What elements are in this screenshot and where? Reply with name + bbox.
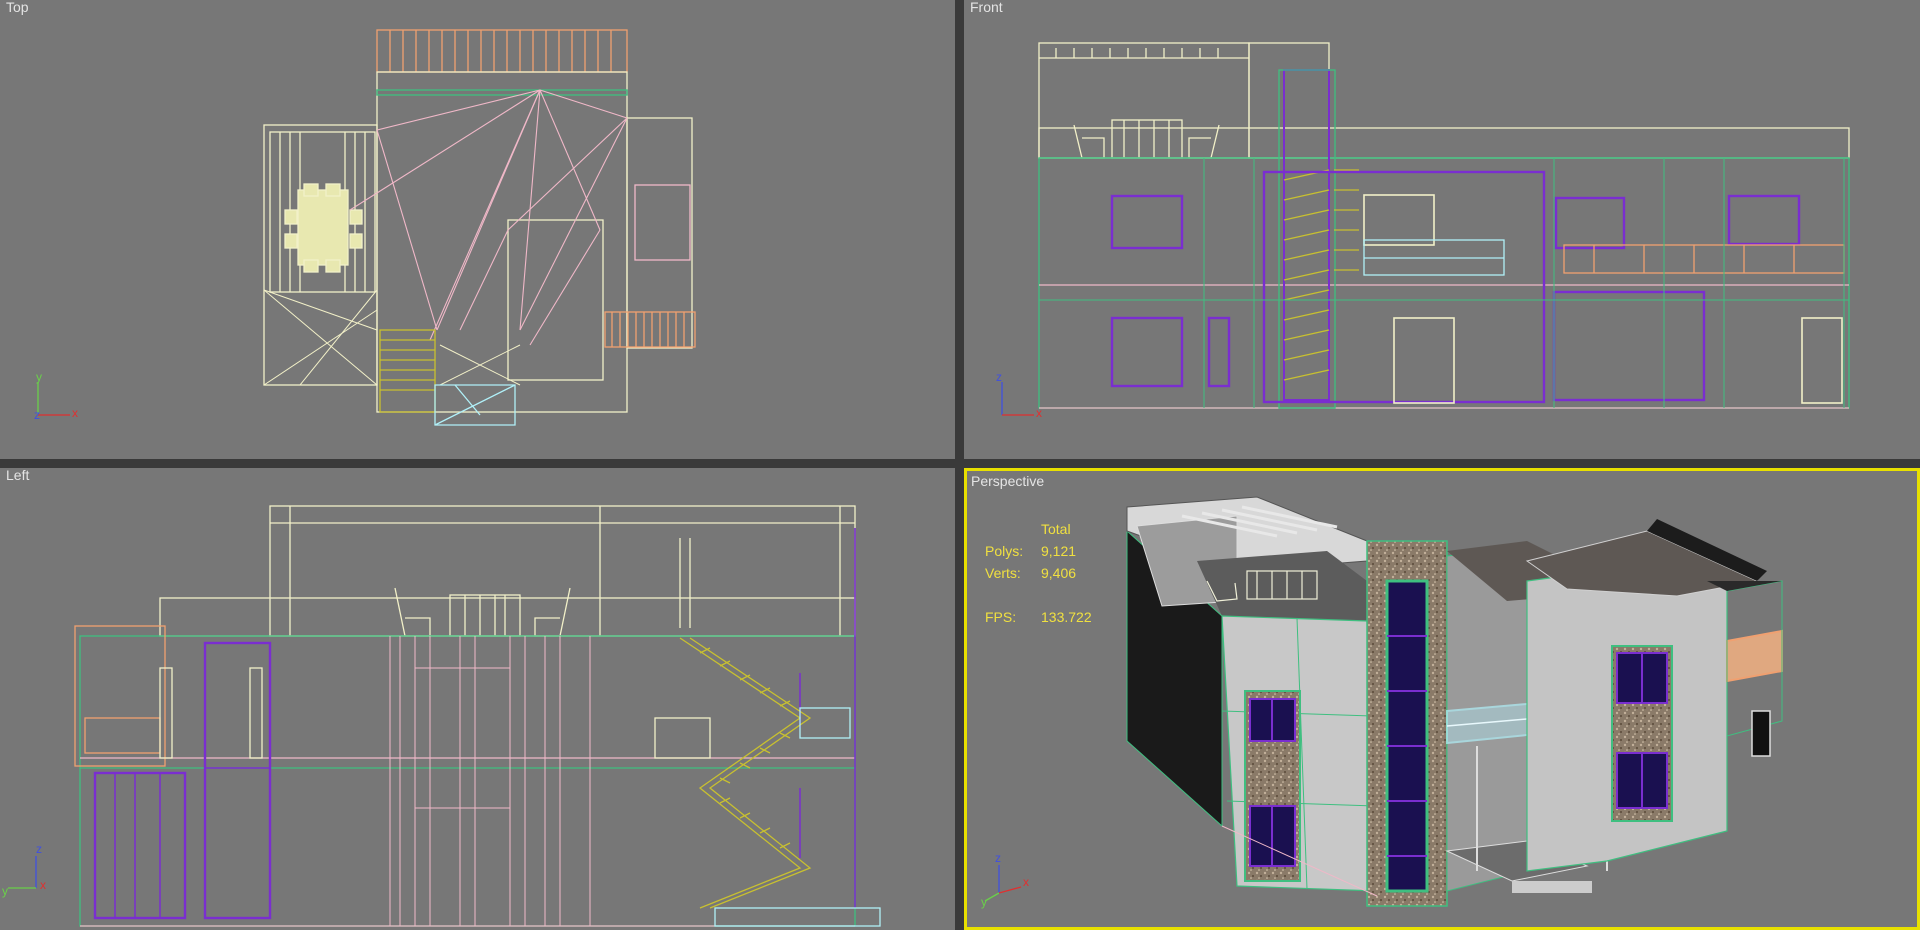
perspective-render [1126, 496, 1783, 907]
stats-total-header: Total [1041, 521, 1071, 537]
viewport-label-top[interactable]: Top [6, 0, 29, 15]
axis-gizmo-front: z x [988, 370, 1048, 430]
stats-fps-value: 133.722 [1041, 609, 1092, 625]
top-view-wireframe [263, 29, 696, 426]
stats-polys-value: 9,121 [1041, 543, 1077, 559]
viewport-left[interactable]: Left z y x [0, 468, 955, 930]
stats-polys-label: Polys: [985, 543, 1024, 559]
axis-label-x: x [1023, 875, 1029, 889]
axis-label-z: z [995, 851, 1001, 865]
viewport-label-perspective[interactable]: Perspective [971, 473, 1044, 489]
viewport-perspective[interactable]: Perspective Total Polys: 9,121 Verts: 9,… [964, 468, 1920, 930]
axis-gizmo-top: y z x [24, 370, 84, 430]
axis-label-y: y [981, 895, 987, 909]
viewport-label-front[interactable]: Front [970, 0, 1003, 15]
axis-label-y: y [2, 884, 8, 898]
stats-verts-label: Verts: [985, 565, 1021, 581]
axis-gizmo-left: z y x [2, 838, 62, 898]
axis-gizmo-left-icon [8, 856, 37, 889]
viewport-label-left[interactable]: Left [6, 468, 29, 483]
axis-label-z: z [36, 842, 42, 856]
axis-label-z: z [34, 408, 40, 422]
viewport-top[interactable]: Top y z x [0, 0, 955, 459]
axis-label-y: y [36, 370, 42, 384]
axis-label-x: x [40, 878, 46, 892]
axis-label-x: x [1036, 406, 1042, 420]
viewport-grid: Top y z x Front z x Left z y x Perspecti… [0, 0, 1920, 930]
axis-gizmo-top-icon [37, 382, 70, 416]
axis-label-z: z [996, 370, 1002, 384]
axis-gizmo-perspective-icon [984, 865, 1022, 902]
viewport-front[interactable]: Front z x [964, 0, 1920, 459]
axis-label-x: x [72, 406, 78, 420]
axis-gizmo-perspective: z y x [981, 851, 1041, 911]
left-view-wireframe [74, 505, 881, 927]
stats-verts-value: 9,406 [1041, 565, 1077, 581]
front-view-wireframe [1038, 42, 1850, 409]
stats-fps-label: FPS: [985, 609, 1017, 625]
